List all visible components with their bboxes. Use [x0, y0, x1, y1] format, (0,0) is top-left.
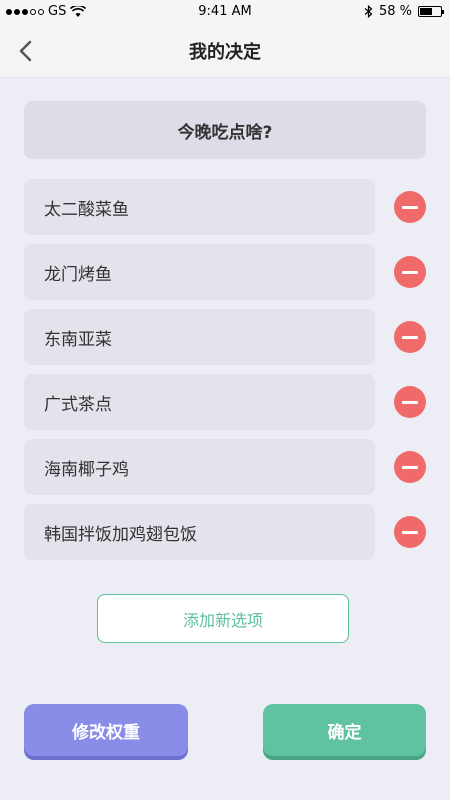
- option-row: 海南椰子鸡: [24, 439, 426, 495]
- add-option-button[interactable]: 添加新选项: [97, 594, 349, 643]
- remove-option-button[interactable]: [394, 256, 426, 288]
- minus-icon: [402, 335, 418, 339]
- option-row: 东南亚菜: [24, 309, 426, 365]
- bluetooth-icon: [364, 5, 373, 18]
- option-row: 太二酸菜鱼: [24, 179, 426, 235]
- battery-percent: 58 %: [378, 4, 412, 19]
- remove-option-button[interactable]: [394, 451, 426, 483]
- minus-icon: [402, 400, 418, 404]
- question-title: 今晚吃点啥?: [24, 101, 426, 159]
- option-label[interactable]: 龙门烤鱼: [24, 244, 375, 300]
- remove-option-button[interactable]: [394, 321, 426, 353]
- minus-icon: [402, 270, 418, 274]
- option-row: 龙门烤鱼: [24, 244, 426, 300]
- edit-weight-button[interactable]: 修改权重: [24, 704, 188, 756]
- option-label[interactable]: 广式茶点: [24, 374, 375, 430]
- minus-icon: [402, 205, 418, 209]
- option-row: 韩国拌饭加鸡翅包饭: [24, 504, 426, 560]
- option-label[interactable]: 海南椰子鸡: [24, 439, 375, 495]
- option-label[interactable]: 太二酸菜鱼: [24, 179, 375, 235]
- minus-icon: [402, 530, 418, 534]
- minus-icon: [402, 465, 418, 469]
- option-label[interactable]: 东南亚菜: [24, 309, 375, 365]
- remove-option-button[interactable]: [394, 516, 426, 548]
- remove-option-button[interactable]: [394, 386, 426, 418]
- page-title: 我的决定: [189, 42, 261, 63]
- option-row: 广式茶点: [24, 374, 426, 430]
- confirm-button[interactable]: 确定: [263, 704, 426, 756]
- battery-fill: [420, 8, 432, 15]
- battery-icon: [418, 6, 444, 17]
- status-right: 58 %: [364, 4, 444, 19]
- remove-option-button[interactable]: [394, 191, 426, 223]
- status-bar: GS 9:41 AM 58 %: [0, 0, 450, 24]
- option-label[interactable]: 韩国拌饭加鸡翅包饭: [24, 504, 375, 560]
- navigation-bar: 我的决定: [0, 24, 450, 78]
